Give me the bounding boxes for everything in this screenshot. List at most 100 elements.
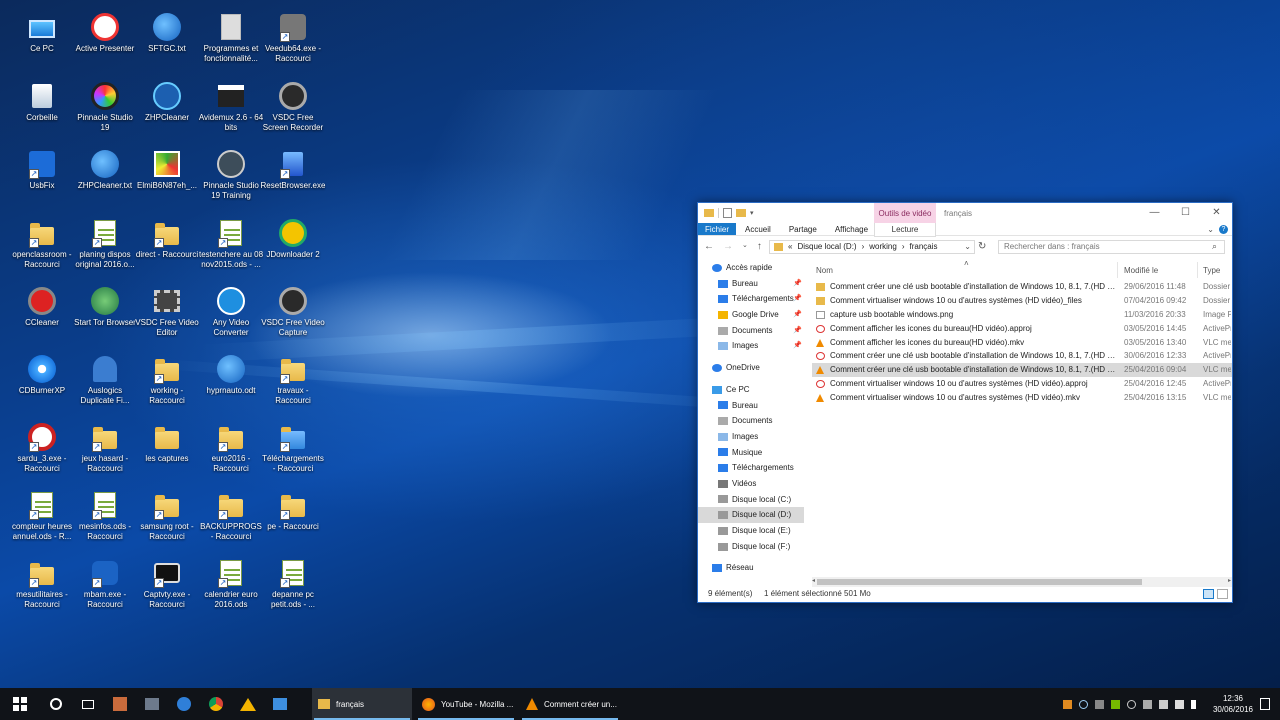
desktop-icon-testenchere-au-08-nov2015-ods[interactable]: ↗ testenchere au 08 nov2015.ods - ...	[198, 214, 264, 278]
nav-item-images[interactable]: Images	[698, 429, 804, 445]
desktop-icon-captvty-exe-raccourci[interactable]: ↗ Captvty.exe - Raccourci	[134, 554, 200, 618]
chevron-down-icon[interactable]: ▾	[750, 209, 754, 217]
app-tray-icon[interactable]	[1078, 699, 1088, 709]
file-row[interactable]: Comment virtualiser windows 10 ou d'autr…	[812, 391, 1232, 405]
nav-item-documents[interactable]: Documents	[698, 413, 804, 429]
nav-item-disque-local-f[interactable]: Disque local (F:)	[698, 539, 804, 555]
desktop-icon-calendrier-euro-2016-ods[interactable]: ↗ calendrier euro 2016.ods	[198, 554, 264, 618]
up-arrow-icon[interactable]: ↑	[757, 241, 762, 252]
scroll-left-icon[interactable]: ◂	[812, 577, 815, 584]
task-view-button[interactable]	[72, 688, 104, 720]
tab-lecture[interactable]: Lecture	[874, 223, 936, 237]
desktop-icon-programmes-et-fonctionnalit[interactable]: Programmes et fonctionnalité...	[198, 8, 264, 72]
nav-item-google-drive[interactable]: Google Drive 📌	[698, 307, 804, 323]
desktop-icon-resetbrowser-exe[interactable]: ↗ ResetBrowser.exe	[260, 145, 326, 209]
desktop-icon-any-video-converter[interactable]: Any Video Converter	[198, 282, 264, 346]
back-arrow-icon[interactable]: ←	[704, 241, 714, 252]
nvidia-icon[interactable]	[1110, 699, 1120, 709]
nav-item-ce-pc[interactable]: Ce PC	[698, 382, 804, 398]
desktop-icon-t-l-chargements-raccourci[interactable]: ↗ Téléchargements - Raccourci	[260, 418, 326, 482]
nav-item-documents[interactable]: Documents 📌	[698, 323, 804, 339]
pinned-app-4[interactable]	[200, 688, 232, 720]
desktop-icon-pinnacle-studio-19-training[interactable]: Pinnacle Studio 19 Training	[198, 145, 264, 209]
breadcrumb-francais[interactable]: français	[910, 241, 938, 253]
file-row[interactable]: capture usb bootable windows.png 11/03/20…	[812, 308, 1232, 322]
nav-item-disque-local-d[interactable]: Disque local (D:)	[698, 507, 804, 523]
desktop-icon-hyprnauto-odt[interactable]: hyprnauto.odt	[198, 350, 264, 414]
nav-item-disque-local-e[interactable]: Disque local (E:)	[698, 523, 804, 539]
tab-fichier[interactable]: Fichier	[698, 223, 737, 235]
desktop-icon-auslogics-duplicate-fi[interactable]: Auslogics Duplicate Fi...	[72, 350, 138, 414]
nav-item-acc-s-rapide[interactable]: Accès rapide	[698, 260, 804, 276]
pinned-app-3[interactable]	[168, 688, 200, 720]
desktop-icon-usbfix[interactable]: ↗ UsbFix	[9, 145, 75, 209]
refresh-icon[interactable]: ↻	[978, 241, 986, 252]
help-icon[interactable]: ?	[1219, 225, 1228, 234]
desktop-icon-vsdc-free-screen-recorder[interactable]: VSDC Free Screen Recorder	[260, 77, 326, 141]
tab-affichage[interactable]: Affichage	[826, 223, 877, 235]
breadcrumb-working[interactable]: working	[869, 241, 897, 253]
desktop-icon-start-tor-browser[interactable]: Start Tor Browser	[72, 282, 138, 346]
desktop-icon-ccleaner[interactable]: CCleaner	[9, 282, 75, 346]
column-type[interactable]: Type	[1203, 266, 1220, 275]
desktop-icon-sftgc-txt[interactable]: SFTGC.txt	[134, 8, 200, 72]
column-modifie-le[interactable]: Modifié le	[1124, 266, 1158, 275]
file-row[interactable]: Comment virtualiser windows 10 ou d'autr…	[812, 294, 1232, 308]
taskbar-window-1[interactable]: français	[312, 688, 412, 720]
breadcrumb-overflow[interactable]: «	[788, 241, 792, 253]
minimize-button[interactable]: —	[1139, 203, 1170, 223]
large-icons-view-icon[interactable]	[1217, 589, 1228, 599]
desktop-icon-pe-raccourci[interactable]: ↗ pe - Raccourci	[260, 486, 326, 550]
details-view-icon[interactable]	[1203, 589, 1214, 599]
desktop-icon-working-raccourci[interactable]: ↗ working - Raccourci	[134, 350, 200, 414]
desktop-icon-direct-raccourci[interactable]: ↗ direct - Raccourci	[134, 214, 200, 278]
desktop-icon-planing-dispos-original-2016-o[interactable]: ↗ planing dispos original 2016.o...	[72, 214, 138, 278]
file-row[interactable]: Comment virtualiser windows 10 ou d'autr…	[812, 377, 1232, 391]
new-folder-icon[interactable]	[736, 209, 746, 217]
start-button[interactable]	[0, 688, 40, 720]
network-icon[interactable]	[1142, 699, 1152, 709]
desktop-icon-veedub64-exe-raccourci[interactable]: ↗ Veedub64.exe - Raccourci	[260, 8, 326, 72]
scrollbar-thumb[interactable]	[817, 579, 1142, 585]
breadcrumb-disque-d[interactable]: Disque local (D:)	[797, 241, 856, 253]
desktop-icon-depanne-pc-petit-ods[interactable]: ↗ depanne pc petit.ods - ...	[260, 554, 326, 618]
desktop-icon-mbam-exe-raccourci[interactable]: ↗ mbam.exe - Raccourci	[72, 554, 138, 618]
pinned-app-6[interactable]	[264, 688, 296, 720]
desktop-icon-openclassroom-raccourci[interactable]: ↗ openclassroom - Raccourci	[9, 214, 75, 278]
tab-accueil[interactable]: Accueil	[736, 223, 780, 235]
cloud-icon[interactable]	[1158, 699, 1168, 709]
nav-item-images[interactable]: Images 📌	[698, 338, 804, 354]
nav-item-bureau[interactable]: Bureau	[698, 398, 804, 414]
scroll-right-icon[interactable]: ▸	[1228, 577, 1231, 584]
desktop-icon-avidemux-2-6-64-bits[interactable]: Avidemux 2.6 - 64 bits	[198, 77, 264, 141]
pinned-app-1[interactable]	[104, 688, 136, 720]
desktop-icon-corbeille[interactable]: Corbeille	[9, 77, 75, 141]
cortana-button[interactable]	[40, 688, 72, 720]
desktop-icon-compteur-heures-annuel-ods-r[interactable]: ↗ compteur heures annuel.ods - R...	[9, 486, 75, 550]
volume-icon[interactable]	[1190, 699, 1200, 709]
address-bar[interactable]: « Disque local (D:) › working › français…	[769, 240, 975, 254]
video-tools-context-tab[interactable]: Outils de vidéo	[874, 203, 936, 223]
desktop-icon-jdownloader-2[interactable]: JDownloader 2	[260, 214, 326, 278]
nav-item-t-l-chargements[interactable]: Téléchargements	[698, 460, 804, 476]
file-row[interactable]: Comment afficher les icones du bureau(HD…	[812, 336, 1232, 350]
desktop-icon-jeux-hasard-raccourci[interactable]: ↗ jeux hasard - Raccourci	[72, 418, 138, 482]
notifications-icon[interactable]	[1260, 698, 1270, 710]
file-row[interactable]: Comment créer une clé usb bootable d'ins…	[812, 349, 1232, 363]
desktop-icon-zhpcleaner-txt[interactable]: ZHPCleaner.txt	[72, 145, 138, 209]
desktop-icon-samsung-root-raccourci[interactable]: ↗ samsung root - Raccourci	[134, 486, 200, 550]
taskbar-window-2[interactable]: YouTube - Mozilla ...	[416, 688, 516, 720]
desktop-icon-les-captures[interactable]: les captures	[134, 418, 200, 482]
recent-locations-icon[interactable]: ⌄	[742, 241, 748, 252]
file-row[interactable]: Comment afficher les icones du bureau(HD…	[812, 322, 1232, 336]
column-nom[interactable]: Nom	[816, 266, 833, 275]
search-input[interactable]: Rechercher dans : français	[998, 240, 1225, 254]
maximize-button[interactable]: ☐	[1170, 203, 1201, 223]
desktop-icon-pinnacle-studio-19[interactable]: Pinnacle Studio 19	[72, 77, 138, 141]
desktop-icon-euro2016-raccourci[interactable]: ↗ euro2016 - Raccourci	[198, 418, 264, 482]
file-row[interactable]: Comment créer une clé usb bootable d'ins…	[812, 363, 1232, 378]
breadcrumb-separator[interactable]: ›	[862, 241, 865, 253]
nav-item-bureau[interactable]: Bureau 📌	[698, 276, 804, 292]
nav-item-musique[interactable]: Musique	[698, 445, 804, 461]
desktop-icon-cdburnerxp[interactable]: CDBurnerXP	[9, 350, 75, 414]
